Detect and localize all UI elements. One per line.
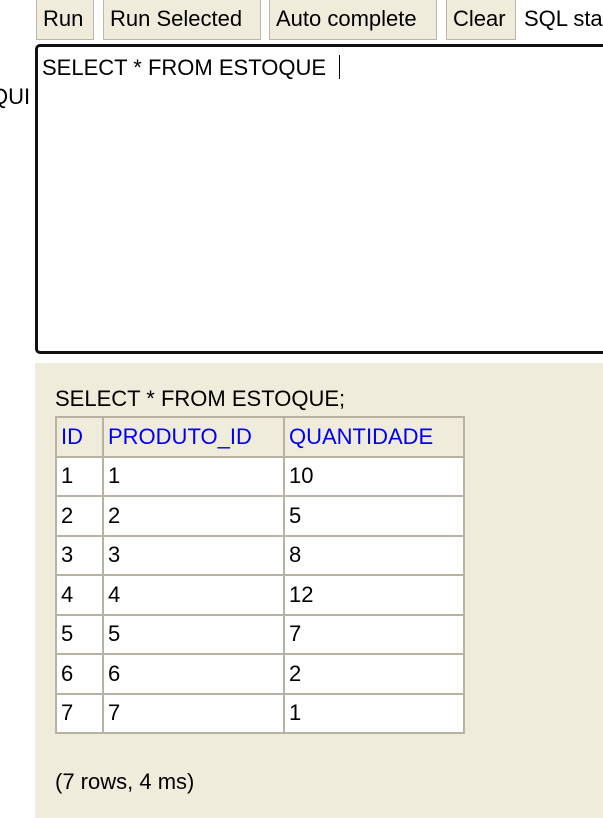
column-header-produto-id[interactable]: PRODUTO_ID: [102, 416, 285, 458]
table-row: 5 5 7: [55, 613, 465, 655]
table-row: 6 6 2: [55, 653, 465, 695]
cell-quantidade: 5: [283, 495, 465, 537]
cell-produto-id: 6: [102, 653, 285, 695]
text-caret: [339, 55, 341, 79]
sql-editor-content: SELECT * FROM ESTOQUE: [42, 55, 341, 81]
table-row: 2 2 5: [55, 495, 465, 537]
cell-produto-id: 1: [102, 455, 285, 497]
cell-quantidade: 7: [283, 613, 465, 655]
cell-produto-id: 5: [102, 613, 285, 655]
table-row: 4 4 12: [55, 574, 465, 616]
cell-id: 2: [55, 495, 104, 537]
sql-editor[interactable]: SELECT * FROM ESTOQUE: [35, 44, 603, 354]
cell-quantidade: 1: [283, 692, 465, 734]
cell-id: 4: [55, 574, 104, 616]
cell-quantidade: 12: [283, 574, 465, 616]
cell-produto-id: 4: [102, 574, 285, 616]
column-header-quantidade[interactable]: QUANTIDADE: [283, 416, 465, 458]
run-selected-button[interactable]: Run Selected: [103, 0, 261, 40]
cell-id: 6: [55, 653, 104, 695]
cell-produto-id: 2: [102, 495, 285, 537]
sql-editor-text: SELECT * FROM ESTOQUE: [42, 55, 333, 80]
run-button[interactable]: Run: [36, 0, 94, 40]
cell-produto-id: 7: [102, 692, 285, 734]
executed-query: SELECT * FROM ESTOQUE;: [55, 386, 346, 411]
cell-quantidade: 2: [283, 653, 465, 695]
column-header-id[interactable]: ID: [55, 416, 104, 458]
results-summary: (7 rows, 4 ms): [55, 769, 195, 794]
table-row: 7 7 1: [55, 692, 465, 734]
table-row: 3 3 8: [55, 534, 465, 576]
sql-statement-label: SQL sta: [524, 6, 603, 31]
cell-quantidade: 10: [283, 455, 465, 497]
side-panel-label: QUI: [0, 84, 31, 109]
cell-id: 5: [55, 613, 104, 655]
table-row: 1 1 10: [55, 455, 465, 497]
cell-id: 3: [55, 534, 104, 576]
cell-id: 1: [55, 455, 104, 497]
cell-produto-id: 3: [102, 534, 285, 576]
cell-quantidade: 8: [283, 534, 465, 576]
cell-id: 7: [55, 692, 104, 734]
auto-complete-button[interactable]: Auto complete: [269, 0, 437, 40]
clear-button[interactable]: Clear: [446, 0, 516, 40]
results-table: ID PRODUTO_ID QUANTIDADE 1 1 10 2 2 5 3: [55, 416, 465, 734]
query-toolbar: Run Run Selected Auto complete Clear SQL…: [0, 0, 603, 44]
results-panel: SELECT * FROM ESTOQUE; ID PRODUTO_ID QUA…: [35, 363, 603, 818]
table-header-row: ID PRODUTO_ID QUANTIDADE: [55, 416, 465, 458]
h2-console-window: Run Run Selected Auto complete Clear SQL…: [0, 0, 603, 818]
